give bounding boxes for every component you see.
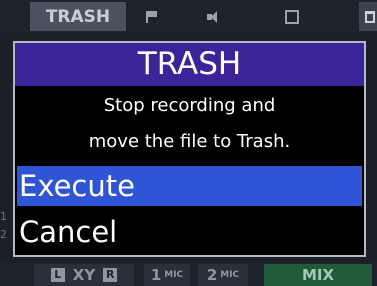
tab-flag[interactable] [138,2,166,31]
side-number: 1 [0,210,7,223]
mic1-label: MIC [164,270,184,280]
execute-option[interactable]: Execute [17,166,362,206]
side-number: 2 [0,228,7,241]
grid-icon [285,9,299,24]
input-mic-2[interactable]: 2 MIC [198,264,248,286]
trash-icon [365,10,375,23]
dialog-message-line-2: move the file to Trash. [88,131,291,152]
xy-left-badge: L [50,268,65,282]
speaker-icon [207,10,221,23]
flag-icon [146,10,158,23]
bottom-input-bar: L XY R 1 MIC 2 MIC MIX [0,262,377,286]
dialog-message-line-1: Stop recording and [103,95,276,116]
mic2-number: 2 [206,266,218,284]
cancel-option[interactable]: Cancel [17,212,362,252]
xy-right-badge: R [103,268,118,282]
tab-trash[interactable]: TRASH [30,2,126,31]
input-mic-1[interactable]: 1 MIC [144,264,190,286]
trash-dialog: TRASH Stop recording and move the file t… [13,41,366,257]
top-tab-bar: TRASH [0,0,377,33]
tab-volume[interactable] [200,2,228,31]
tab-grid[interactable] [278,2,306,31]
tab-trash-bin[interactable] [359,2,377,31]
input-xy[interactable]: L XY R [34,264,134,286]
input-mix[interactable]: MIX [264,264,372,286]
xy-label: XY [72,266,96,284]
tab-trash-label: TRASH [45,6,111,27]
mic2-label: MIC [220,270,240,280]
mic1-number: 1 [150,266,162,284]
mix-label: MIX [301,266,335,284]
dialog-title: TRASH [15,43,364,86]
